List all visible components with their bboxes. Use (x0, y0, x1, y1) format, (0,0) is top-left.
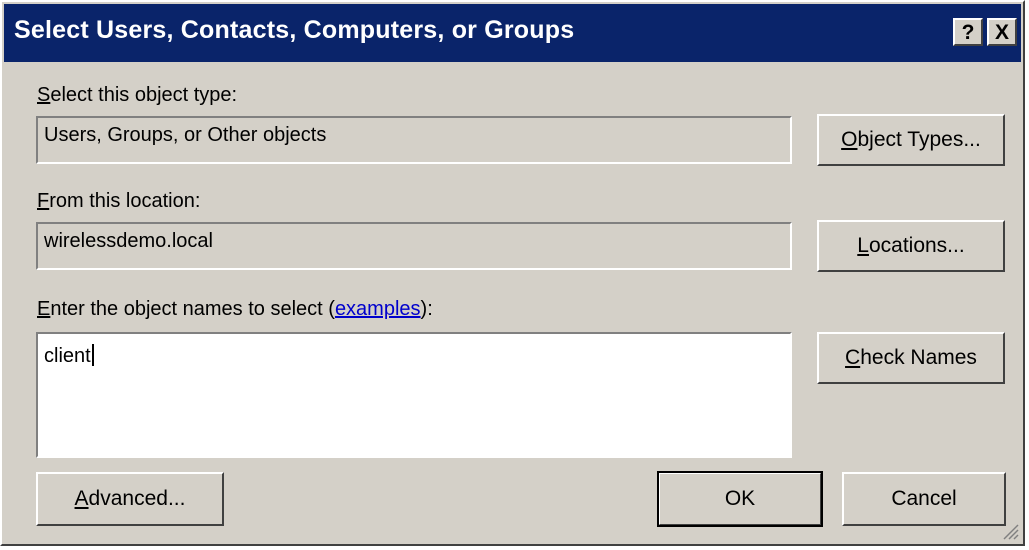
check-names-button[interactable]: Check Names (817, 332, 1005, 384)
dialog-window: Select Users, Contacts, Computers, or Gr… (0, 0, 1025, 546)
text-caret (91, 344, 94, 366)
examples-link[interactable]: examples (335, 298, 421, 320)
location-label: From this location: (37, 190, 201, 212)
help-button[interactable]: ? (953, 18, 983, 46)
advanced-button[interactable]: Advanced... (36, 472, 224, 526)
window-title: Select Users, Contacts, Computers, or Gr… (14, 16, 575, 44)
locations-button[interactable]: Locations... (817, 220, 1005, 272)
object-names-input[interactable]: client (36, 332, 792, 458)
cancel-button[interactable]: Cancel (842, 472, 1006, 526)
object-names-label: Enter the object names to select (exampl… (37, 298, 433, 320)
location-field: wirelessdemo.local (36, 222, 792, 270)
ok-button[interactable]: OK (657, 471, 823, 527)
resize-grip-icon[interactable] (1001, 522, 1019, 540)
close-button[interactable]: X (987, 18, 1017, 46)
object-type-field: Users, Groups, or Other objects (36, 116, 792, 164)
object-types-button[interactable]: Object Types... (817, 114, 1005, 166)
object-type-label: Select this object type: (37, 84, 238, 106)
title-bar: Select Users, Contacts, Computers, or Gr… (4, 4, 1021, 62)
